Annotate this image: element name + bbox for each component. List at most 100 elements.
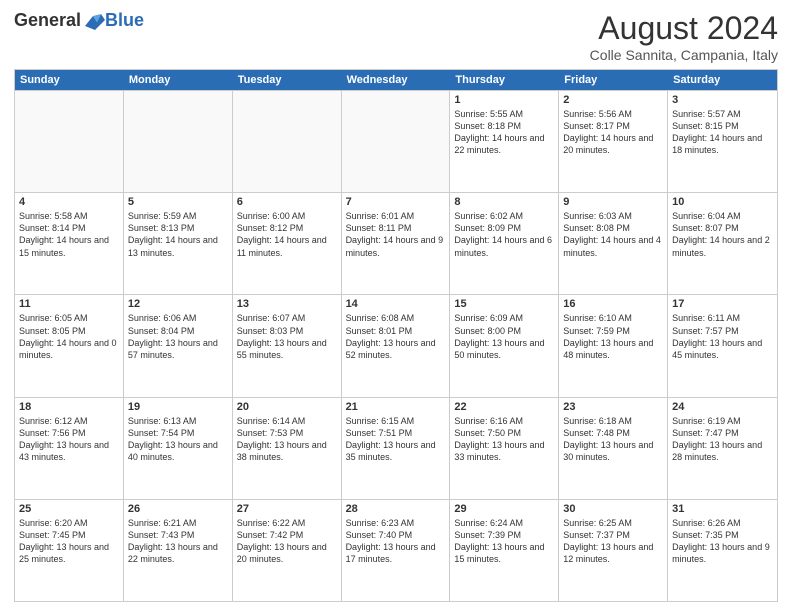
day-number: 23 [563,401,663,413]
header: General Blue August 2024 Colle Sannita, … [14,10,778,63]
calendar-cell: 28Sunrise: 6:23 AM Sunset: 7:40 PM Dayli… [342,500,451,601]
cell-info: Sunrise: 6:20 AM Sunset: 7:45 PM Dayligh… [19,517,119,566]
calendar-cell: 31 Sunrise: 6:26 AM Sunset: 7:35 PM Dayli… [668,500,777,601]
calendar-cell: 19 Sunrise: 6:13 AM Sunset: 7:54 PM Dayli… [124,398,233,499]
day-number: 7 [346,196,446,208]
calendar-cell: 8 Sunrise: 6:02 AM Sunset: 8:09 PM Daylig… [450,193,559,294]
header-saturday: Saturday [668,70,777,90]
calendar-cell: 29 Sunrise: 6:24 AM Sunset: 7:39 PM Dayli… [450,500,559,601]
day-number: 24 [672,401,773,413]
calendar-cell: 27 Sunrise: 6:22 AM Sunset: 7:42 PM Dayli… [233,500,342,601]
calendar-row-4: 25 Sunrise: 6:20 AM Sunset: 7:45 PM Dayli… [15,499,777,601]
cell-info: Sunrise: 5:58 AM Sunset: 8:14 PM Dayligh… [19,210,119,259]
calendar-cell: 4 Sunrise: 5:58 AM Sunset: 8:14 PM Daylig… [15,193,124,294]
day-number: 5 [128,196,228,208]
calendar-cell: 23 Sunrise: 6:18 AM Sunset: 7:48 PM Dayli… [559,398,668,499]
calendar-cell: 12 Sunrise: 6:06 AM Sunset: 8:04 PM Dayli… [124,295,233,396]
logo-bird-icon [83,12,105,30]
day-number: 3 [672,94,773,106]
calendar-cell: 22Sunrise: 6:16 AM Sunset: 7:50 PM Dayli… [450,398,559,499]
cell-info: Sunrise: 5:59 AM Sunset: 8:13 PM Dayligh… [128,210,228,259]
title-section: August 2024 Colle Sannita, Campania, Ita… [590,10,778,63]
cell-info: Sunrise: 6:25 AM Sunset: 7:37 PM Dayligh… [563,517,663,566]
calendar: Sunday Monday Tuesday Wednesday Thursday… [14,69,778,602]
cell-info: Sunrise: 6:22 AM Sunset: 7:42 PM Dayligh… [237,517,337,566]
day-number: 30 [563,503,663,515]
cell-info: Sunrise: 6:26 AM Sunset: 7:35 PM Dayligh… [672,517,773,566]
day-number: 19 [128,401,228,413]
calendar-cell: 3 Sunrise: 5:57 AM Sunset: 8:15 PM Daylig… [668,91,777,192]
calendar-cell: 9 Sunrise: 6:03 AM Sunset: 8:08 PM Daylig… [559,193,668,294]
day-number: 14 [346,298,446,310]
day-number: 28 [346,503,446,515]
day-number: 25 [19,503,119,515]
cell-info: Sunrise: 5:57 AM Sunset: 8:15 PM Dayligh… [672,108,773,157]
logo: General Blue [14,10,144,31]
calendar-cell: 13 Sunrise: 6:07 AM Sunset: 8:03 PM Dayli… [233,295,342,396]
logo-general-text: General [14,10,81,31]
day-number: 21 [346,401,446,413]
calendar-body: 1Sunrise: 5:55 AM Sunset: 8:18 PM Daylig… [15,90,777,601]
cell-info: Sunrise: 6:02 AM Sunset: 8:09 PM Dayligh… [454,210,554,259]
header-sunday: Sunday [15,70,124,90]
calendar-cell: 20 Sunrise: 6:14 AM Sunset: 7:53 PM Dayli… [233,398,342,499]
day-number: 11 [19,298,119,310]
cell-info: Sunrise: 6:16 AM Sunset: 7:50 PM Dayligh… [454,415,554,464]
calendar-row-3: 18 Sunrise: 6:12 AM Sunset: 7:56 PM Dayli… [15,397,777,499]
header-wednesday: Wednesday [342,70,451,90]
month-title: August 2024 [590,10,778,47]
day-number: 17 [672,298,773,310]
day-number: 6 [237,196,337,208]
cell-info: Sunrise: 6:24 AM Sunset: 7:39 PM Dayligh… [454,517,554,566]
cell-info: Sunrise: 6:06 AM Sunset: 8:04 PM Dayligh… [128,312,228,361]
calendar-row-1: 4 Sunrise: 5:58 AM Sunset: 8:14 PM Daylig… [15,192,777,294]
day-number: 18 [19,401,119,413]
calendar-cell: 1Sunrise: 5:55 AM Sunset: 8:18 PM Daylig… [450,91,559,192]
calendar-cell: 24Sunrise: 6:19 AM Sunset: 7:47 PM Dayli… [668,398,777,499]
calendar-cell: 21Sunrise: 6:15 AM Sunset: 7:51 PM Dayli… [342,398,451,499]
day-number: 12 [128,298,228,310]
day-number: 27 [237,503,337,515]
day-number: 20 [237,401,337,413]
calendar-cell: 14 Sunrise: 6:08 AM Sunset: 8:01 PM Dayli… [342,295,451,396]
day-number: 9 [563,196,663,208]
calendar-cell [15,91,124,192]
header-thursday: Thursday [450,70,559,90]
header-monday: Monday [124,70,233,90]
cell-info: Sunrise: 6:08 AM Sunset: 8:01 PM Dayligh… [346,312,446,361]
calendar-cell: 15Sunrise: 6:09 AM Sunset: 8:00 PM Dayli… [450,295,559,396]
cell-info: Sunrise: 6:14 AM Sunset: 7:53 PM Dayligh… [237,415,337,464]
calendar-cell: 30 Sunrise: 6:25 AM Sunset: 7:37 PM Dayli… [559,500,668,601]
day-number: 13 [237,298,337,310]
cell-info: Sunrise: 6:12 AM Sunset: 7:56 PM Dayligh… [19,415,119,464]
calendar-cell: 17Sunrise: 6:11 AM Sunset: 7:57 PM Dayli… [668,295,777,396]
day-number: 29 [454,503,554,515]
cell-info: Sunrise: 6:07 AM Sunset: 8:03 PM Dayligh… [237,312,337,361]
location: Colle Sannita, Campania, Italy [590,47,778,63]
calendar-cell [342,91,451,192]
calendar-header: Sunday Monday Tuesday Wednesday Thursday… [15,70,777,90]
day-number: 8 [454,196,554,208]
calendar-cell: 5 Sunrise: 5:59 AM Sunset: 8:13 PM Daylig… [124,193,233,294]
cell-info: Sunrise: 6:03 AM Sunset: 8:08 PM Dayligh… [563,210,663,259]
cell-info: Sunrise: 6:21 AM Sunset: 7:43 PM Dayligh… [128,517,228,566]
cell-info: Sunrise: 6:13 AM Sunset: 7:54 PM Dayligh… [128,415,228,464]
calendar-cell: 25 Sunrise: 6:20 AM Sunset: 7:45 PM Dayli… [15,500,124,601]
header-tuesday: Tuesday [233,70,342,90]
cell-info: Sunrise: 6:00 AM Sunset: 8:12 PM Dayligh… [237,210,337,259]
day-number: 4 [19,196,119,208]
day-number: 10 [672,196,773,208]
day-number: 31 [672,503,773,515]
day-number: 16 [563,298,663,310]
calendar-cell [124,91,233,192]
cell-info: Sunrise: 5:56 AM Sunset: 8:17 PM Dayligh… [563,108,663,157]
cell-info: Sunrise: 6:04 AM Sunset: 8:07 PM Dayligh… [672,210,773,259]
logo-blue-text: Blue [105,10,144,31]
day-number: 26 [128,503,228,515]
calendar-cell [233,91,342,192]
calendar-cell: 10 Sunrise: 6:04 AM Sunset: 8:07 PM Dayli… [668,193,777,294]
cell-info: Sunrise: 6:18 AM Sunset: 7:48 PM Dayligh… [563,415,663,464]
cell-info: Sunrise: 6:09 AM Sunset: 8:00 PM Dayligh… [454,312,554,361]
calendar-row-0: 1Sunrise: 5:55 AM Sunset: 8:18 PM Daylig… [15,90,777,192]
calendar-cell: 16Sunrise: 6:10 AM Sunset: 7:59 PM Dayli… [559,295,668,396]
